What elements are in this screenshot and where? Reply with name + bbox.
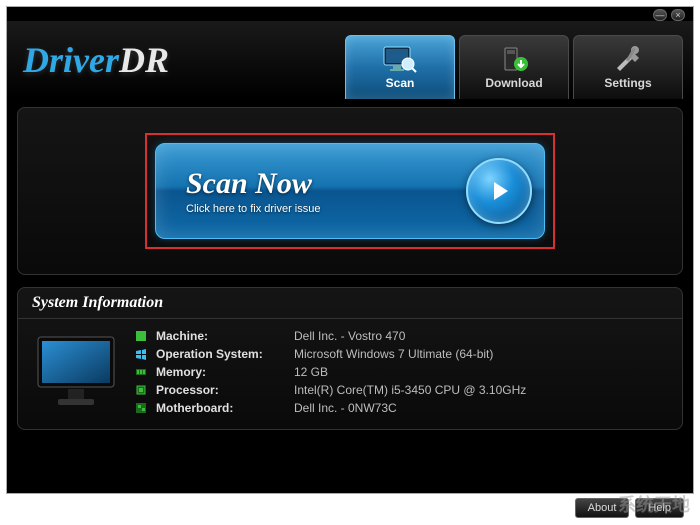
monitor-search-icon (383, 46, 417, 74)
scan-title: Scan Now (186, 167, 466, 201)
footer-buttons: About Help (575, 498, 684, 518)
processor-value: Intel(R) Core(TM) i5-3450 CPU @ 3.10GHz (294, 383, 526, 397)
tab-download[interactable]: Download (459, 35, 569, 99)
minimize-button[interactable]: — (653, 9, 667, 21)
motherboard-icon (134, 401, 148, 415)
scan-panel: Scan Now Click here to fix driver issue (17, 107, 683, 275)
tools-icon (611, 46, 645, 74)
motherboard-value: Dell Inc. - 0NW73C (294, 401, 397, 415)
scan-subtitle: Click here to fix driver issue (186, 203, 466, 215)
row-machine: Machine: Dell Inc. - Vostro 470 (134, 327, 668, 345)
scan-highlight: Scan Now Click here to fix driver issue (145, 133, 555, 249)
system-info-body: Machine: Dell Inc. - Vostro 470 Operatio… (18, 318, 682, 429)
system-info-table: Machine: Dell Inc. - Vostro 470 Operatio… (134, 327, 668, 417)
close-button[interactable]: × (671, 9, 685, 21)
os-icon (134, 347, 148, 361)
monitor-icon (32, 327, 122, 417)
system-info-heading: System Information (18, 288, 682, 318)
row-processor: Processor: Intel(R) Core(TM) i5-3450 CPU… (134, 381, 668, 399)
system-info-panel: System Information Machine: Del (17, 287, 683, 430)
machine-label: Machine: (156, 329, 286, 343)
scan-button-text: Scan Now Click here to fix driver issue (186, 167, 466, 215)
memory-value: 12 GB (294, 365, 328, 379)
tab-settings-label: Settings (604, 76, 651, 90)
memory-icon (134, 365, 148, 379)
titlebar: — × (7, 7, 693, 21)
row-motherboard: Motherboard: Dell Inc. - 0NW73C (134, 399, 668, 417)
main-tabs: Scan Download (345, 21, 683, 99)
app-window: — × DriverDR Scan (6, 6, 694, 494)
content-area: Scan Now Click here to fix driver issue … (7, 99, 693, 493)
download-icon (497, 46, 531, 74)
processor-label: Processor: (156, 383, 286, 397)
header: DriverDR Scan (7, 21, 693, 99)
logo-part2: DR (119, 40, 169, 80)
motherboard-label: Motherboard: (156, 401, 286, 415)
cpu-icon (134, 383, 148, 397)
logo-part1: Driver (23, 40, 119, 80)
os-value: Microsoft Windows 7 Ultimate (64-bit) (294, 347, 493, 361)
scan-now-button[interactable]: Scan Now Click here to fix driver issue (155, 143, 545, 239)
row-os: Operation System: Microsoft Windows 7 Ul… (134, 345, 668, 363)
os-label: Operation System: (156, 347, 286, 361)
help-button[interactable]: Help (635, 498, 684, 518)
play-icon (466, 158, 532, 224)
tab-scan-label: Scan (386, 76, 415, 90)
machine-icon (134, 329, 148, 343)
machine-value: Dell Inc. - Vostro 470 (294, 329, 405, 343)
about-button[interactable]: About (575, 498, 630, 518)
tab-settings[interactable]: Settings (573, 35, 683, 99)
tab-download-label: Download (485, 76, 542, 90)
app-logo: DriverDR (17, 39, 345, 81)
memory-label: Memory: (156, 365, 286, 379)
row-memory: Memory: 12 GB (134, 363, 668, 381)
tab-scan[interactable]: Scan (345, 35, 455, 99)
